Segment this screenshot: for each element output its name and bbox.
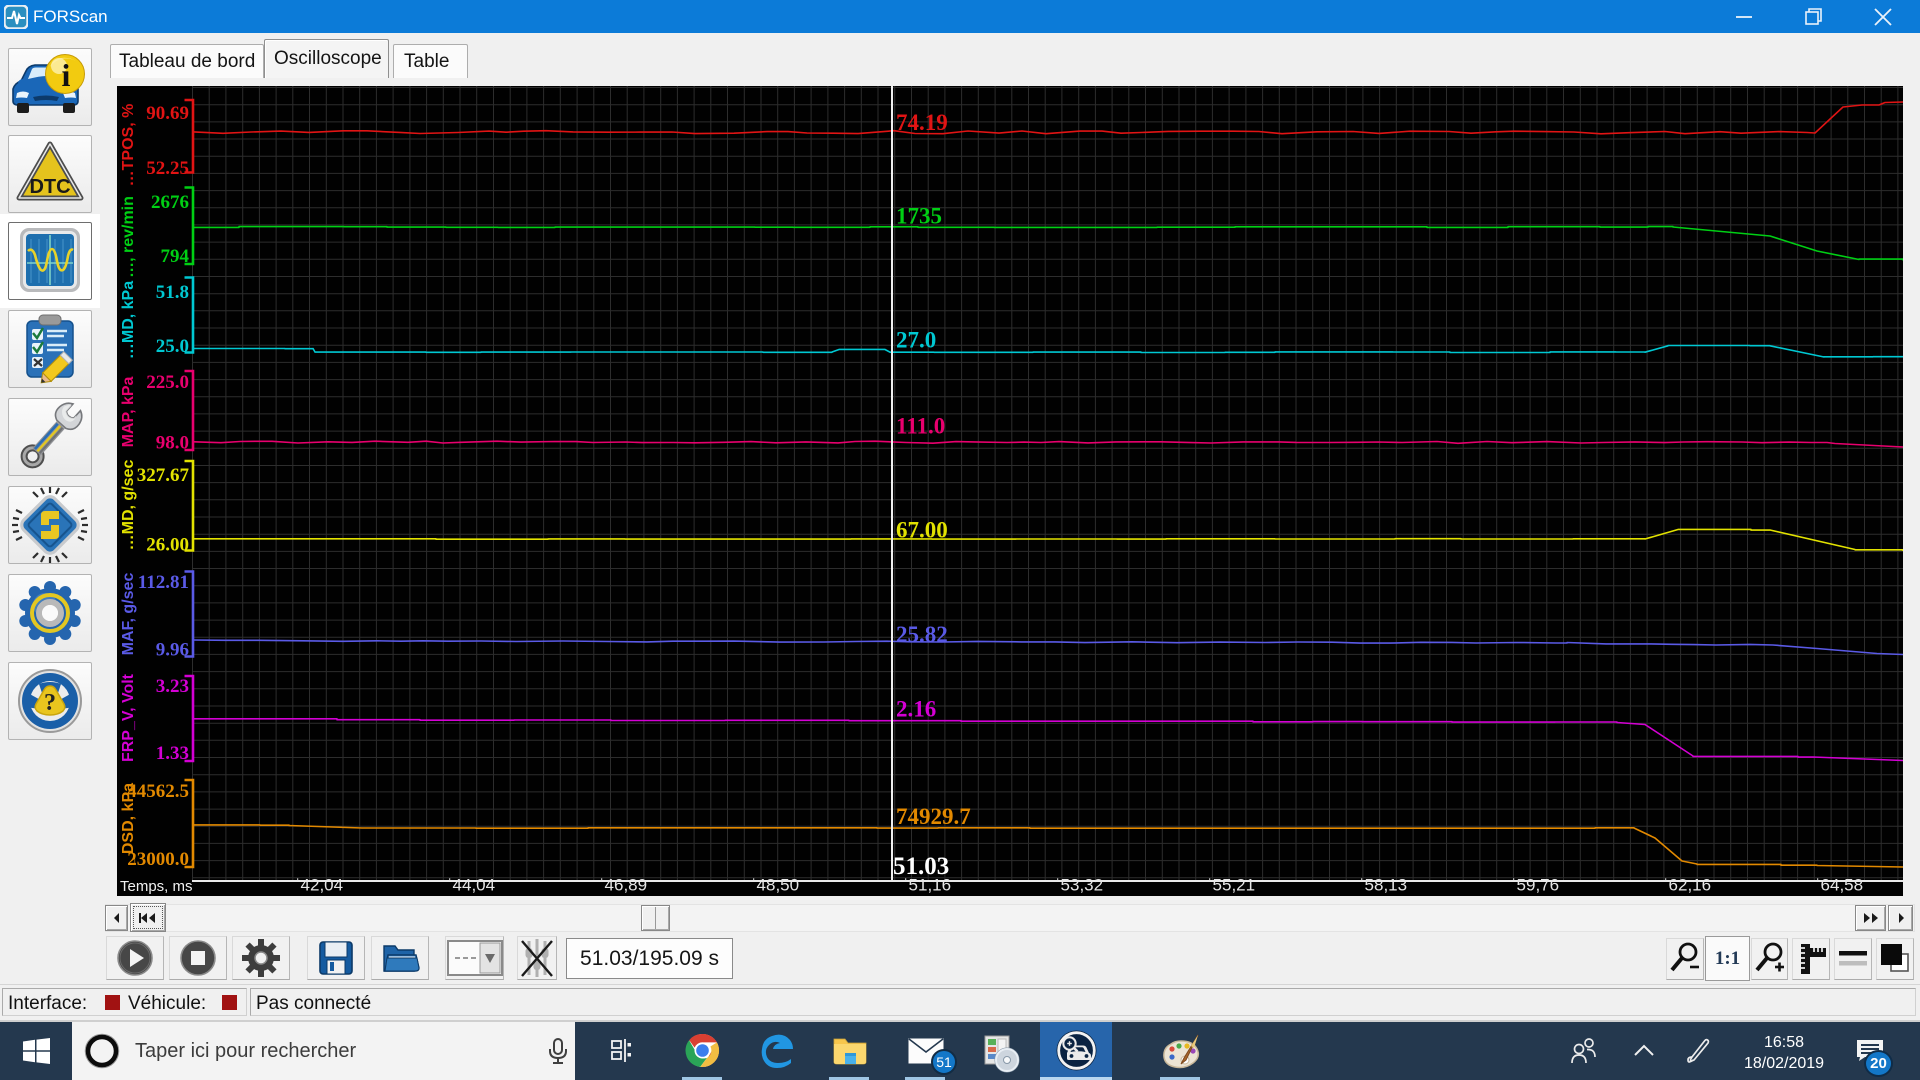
svg-text:2.16: 2.16 [896, 697, 936, 722]
svg-text:ˈ58,13: ˈ58,13 [1359, 876, 1407, 895]
svg-text:ˈ62,16: ˈ62,16 [1663, 876, 1711, 895]
svg-text:ˈ48,50: ˈ48,50 [751, 876, 799, 895]
svg-text:ˈ46,89: ˈ46,89 [599, 876, 647, 895]
svg-text:3.23: 3.23 [156, 676, 189, 697]
svg-text:74.19: 74.19 [896, 110, 948, 135]
svg-text:327.67: 327.67 [137, 465, 190, 486]
svg-text:ˈ59,76: ˈ59,76 [1511, 876, 1559, 895]
svg-text:51.8: 51.8 [156, 282, 189, 303]
svg-text:2676: 2676 [151, 192, 189, 213]
svg-text:52.25: 52.25 [146, 158, 189, 179]
svg-text:ˈ51,16: ˈ51,16 [903, 876, 951, 895]
svg-text:Temps, ms: Temps, ms [120, 878, 193, 895]
svg-text:ˈ53,32: ˈ53,32 [1055, 876, 1103, 895]
svg-text:26.00: 26.00 [146, 534, 189, 555]
svg-text:225.0: 225.0 [146, 372, 189, 393]
svg-text:112.81: 112.81 [138, 572, 189, 593]
svg-text:9.96: 9.96 [156, 639, 189, 660]
svg-text:DTC: DTC [29, 176, 70, 198]
svg-text:…MD, g/sec: …MD, g/sec [120, 460, 137, 551]
svg-text:ˈ44,04: ˈ44,04 [447, 876, 495, 895]
svg-text:1735: 1735 [896, 204, 942, 229]
svg-text:98.0: 98.0 [156, 433, 189, 454]
svg-text:…MD, kPa: …MD, kPa [120, 281, 137, 359]
svg-text:…TPOS, %: …TPOS, % [120, 104, 137, 187]
svg-text:ˈ42,04: ˈ42,04 [295, 876, 343, 895]
svg-text:27.0: 27.0 [896, 328, 936, 353]
svg-text:ˈ55,21: ˈ55,21 [1207, 876, 1255, 895]
svg-text:794: 794 [161, 246, 190, 267]
svg-text:111.0: 111.0 [896, 414, 945, 439]
svg-text:MAF, g/sec: MAF, g/sec [120, 573, 137, 656]
svg-text:1.33: 1.33 [156, 743, 189, 764]
svg-text:ˈ64,58: ˈ64,58 [1815, 876, 1863, 895]
svg-text:74929.7: 74929.7 [896, 804, 971, 829]
svg-text:…, rev/min: …, rev/min [120, 196, 137, 278]
svg-text:25.0: 25.0 [156, 336, 189, 357]
svg-text:67.00: 67.00 [896, 518, 948, 543]
svg-text:MAP, kPa: MAP, kPa [120, 376, 137, 447]
svg-text:25.82: 25.82 [896, 622, 948, 647]
svg-text:_DSD, kPa: _DSD, kPa [120, 783, 137, 864]
svg-text:?: ? [44, 690, 56, 716]
svg-text:i: i [62, 57, 71, 93]
svg-text:90.69: 90.69 [146, 103, 189, 124]
svg-text:FRP_V, Volt: FRP_V, Volt [120, 673, 137, 762]
